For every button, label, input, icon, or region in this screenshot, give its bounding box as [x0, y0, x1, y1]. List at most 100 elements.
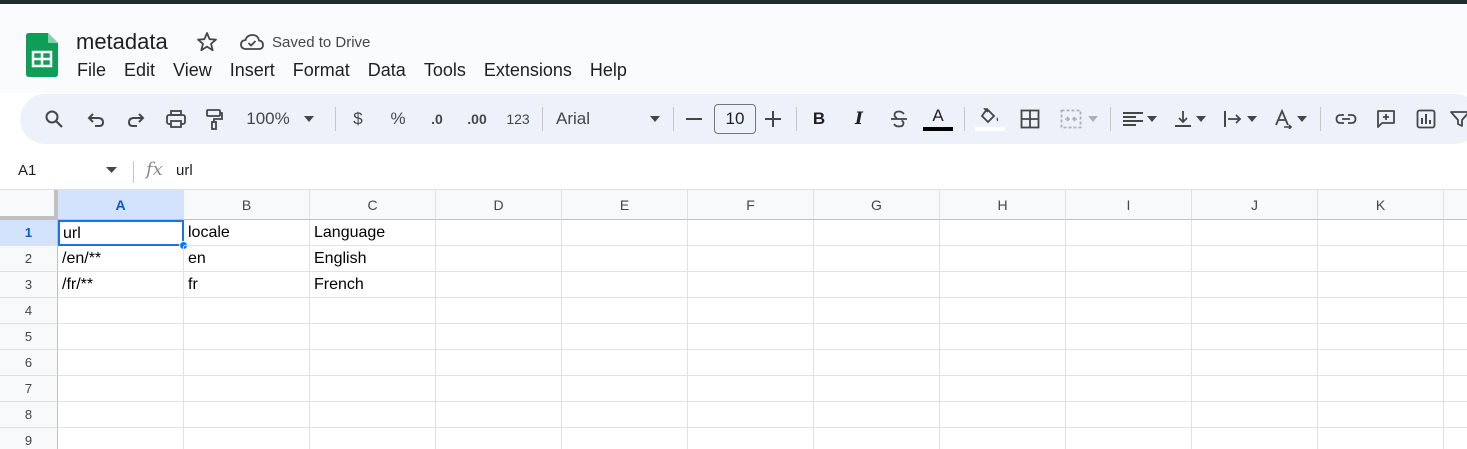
cell-k1[interactable] [1318, 220, 1444, 246]
row-header-4[interactable]: 4 [0, 298, 58, 324]
cell-e3[interactable] [562, 272, 688, 298]
cell-j5[interactable] [1192, 324, 1318, 350]
cell-g8[interactable] [814, 402, 940, 428]
cell-d3[interactable] [436, 272, 562, 298]
zoom-select[interactable]: 100% [238, 94, 322, 144]
merge-cells-icon[interactable] [1056, 94, 1102, 144]
cell-k4[interactable] [1318, 298, 1444, 324]
column-header-g[interactable]: G [814, 190, 940, 220]
cell-next5[interactable] [1444, 324, 1467, 350]
formula-input[interactable]: url [176, 162, 193, 179]
cell-i6[interactable] [1066, 350, 1192, 376]
cell-k9[interactable] [1318, 428, 1444, 449]
cell-j6[interactable] [1192, 350, 1318, 376]
cell-h8[interactable] [940, 402, 1066, 428]
cell-e2[interactable] [562, 246, 688, 272]
cell-c2[interactable]: English [310, 246, 436, 272]
column-header-a[interactable]: A [58, 190, 184, 220]
cell-f9[interactable] [688, 428, 814, 449]
cell-d2[interactable] [436, 246, 562, 272]
cell-i9[interactable] [1066, 428, 1192, 449]
column-header-h[interactable]: H [940, 190, 1066, 220]
cell-d6[interactable] [436, 350, 562, 376]
cell-next6[interactable] [1444, 350, 1467, 376]
cell-k7[interactable] [1318, 376, 1444, 402]
column-header-j[interactable]: J [1192, 190, 1318, 220]
cell-g9[interactable] [814, 428, 940, 449]
cell-e8[interactable] [562, 402, 688, 428]
name-box[interactable]: A1 [18, 162, 36, 179]
cell-a5[interactable] [58, 324, 184, 350]
print-icon[interactable] [162, 94, 190, 144]
cell-h1[interactable] [940, 220, 1066, 246]
cell-d7[interactable] [436, 376, 562, 402]
cell-h4[interactable] [940, 298, 1066, 324]
currency-format-button[interactable]: $ [346, 94, 370, 144]
horizontal-align-icon[interactable] [1120, 94, 1160, 144]
document-title[interactable]: metadata [76, 28, 168, 56]
cell-k5[interactable] [1318, 324, 1444, 350]
increase-decimal-button[interactable]: .00 [462, 94, 492, 144]
cell-a9[interactable] [58, 428, 184, 449]
select-all-corner[interactable] [0, 190, 58, 220]
cell-a8[interactable] [58, 402, 184, 428]
cell-h2[interactable] [940, 246, 1066, 272]
increase-font-size-icon[interactable] [762, 94, 784, 144]
cell-i5[interactable] [1066, 324, 1192, 350]
cell-b4[interactable] [184, 298, 310, 324]
menu-insert[interactable]: Insert [221, 58, 284, 82]
menu-data[interactable]: Data [359, 58, 415, 82]
strikethrough-icon[interactable] [886, 94, 912, 144]
cell-k8[interactable] [1318, 402, 1444, 428]
cell-e7[interactable] [562, 376, 688, 402]
cell-c1[interactable]: Language [310, 220, 436, 246]
cell-next3[interactable] [1444, 272, 1467, 298]
column-header-next[interactable] [1444, 190, 1467, 220]
cell-b7[interactable] [184, 376, 310, 402]
filter-icon[interactable] [1450, 94, 1467, 144]
fill-color-icon[interactable] [974, 94, 1006, 144]
cell-d9[interactable] [436, 428, 562, 449]
cell-f3[interactable] [688, 272, 814, 298]
cell-d5[interactable] [436, 324, 562, 350]
cell-j3[interactable] [1192, 272, 1318, 298]
font-size-input[interactable]: 10 [714, 104, 756, 134]
font-select[interactable]: Arial [556, 94, 660, 144]
cell-next9[interactable] [1444, 428, 1467, 449]
cell-next2[interactable] [1444, 246, 1467, 272]
cell-k6[interactable] [1318, 350, 1444, 376]
cell-a4[interactable] [58, 298, 184, 324]
cell-g5[interactable] [814, 324, 940, 350]
cell-j7[interactable] [1192, 376, 1318, 402]
column-header-e[interactable]: E [562, 190, 688, 220]
cell-e5[interactable] [562, 324, 688, 350]
cell-b8[interactable] [184, 402, 310, 428]
row-header-1[interactable]: 1 [0, 220, 58, 246]
text-rotation-icon[interactable] [1270, 94, 1310, 144]
cell-j8[interactable] [1192, 402, 1318, 428]
cell-h9[interactable] [940, 428, 1066, 449]
cell-d4[interactable] [436, 298, 562, 324]
borders-icon[interactable] [1016, 94, 1044, 144]
menu-file[interactable]: File [68, 58, 115, 82]
star-icon[interactable] [195, 30, 219, 54]
cell-f8[interactable] [688, 402, 814, 428]
percent-format-button[interactable]: % [386, 94, 410, 144]
cell-h6[interactable] [940, 350, 1066, 376]
cell-j2[interactable] [1192, 246, 1318, 272]
cell-e4[interactable] [562, 298, 688, 324]
cell-b3[interactable]: fr [184, 272, 310, 298]
cell-f1[interactable] [688, 220, 814, 246]
row-header-3[interactable]: 3 [0, 272, 58, 298]
row-header-6[interactable]: 6 [0, 350, 58, 376]
insert-link-icon[interactable] [1332, 94, 1360, 144]
cell-k2[interactable] [1318, 246, 1444, 272]
cell-g3[interactable] [814, 272, 940, 298]
cell-next7[interactable] [1444, 376, 1467, 402]
insert-chart-icon[interactable] [1412, 94, 1440, 144]
column-header-b[interactable]: B [184, 190, 310, 220]
cell-c9[interactable] [310, 428, 436, 449]
bold-button[interactable]: B [806, 94, 832, 144]
cell-a7[interactable] [58, 376, 184, 402]
cell-a2[interactable]: /en/** [58, 246, 184, 272]
